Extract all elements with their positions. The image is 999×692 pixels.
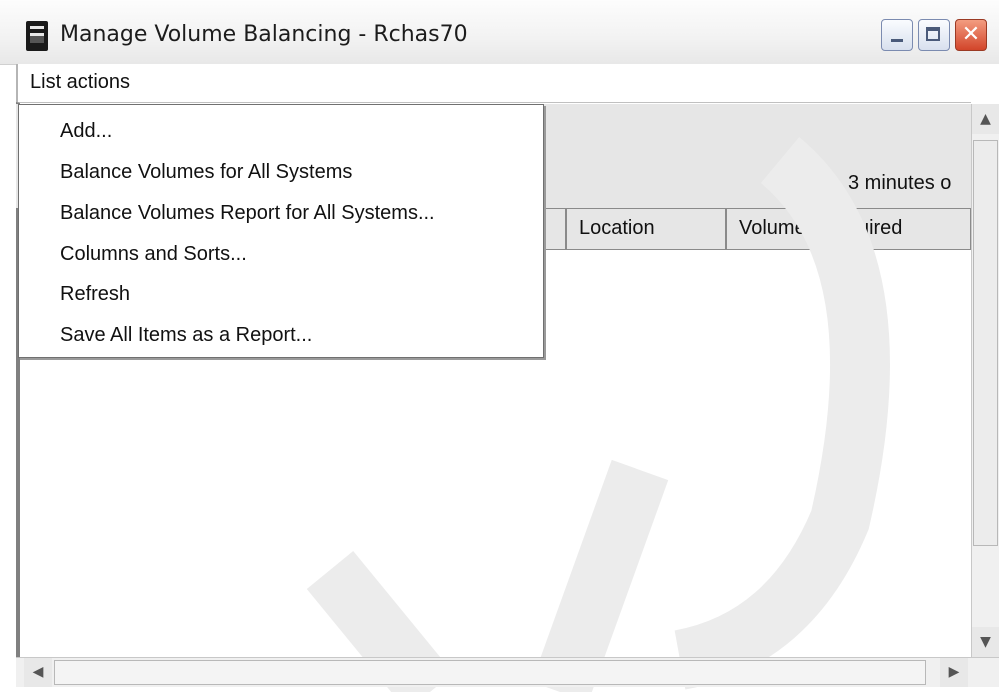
close-icon: ✕ (961, 22, 981, 47)
arrow-up-icon[interactable]: ▲ (972, 104, 999, 134)
server-icon (26, 21, 48, 51)
arrow-right-icon[interactable]: ▶ (940, 658, 968, 687)
close-button[interactable]: ✕ (955, 19, 987, 51)
list-actions-dropdown: Add... Balance Volumes for All Systems B… (18, 104, 544, 358)
arrow-down-icon[interactable]: ▼ (972, 627, 999, 657)
column-header-location[interactable]: Location (566, 208, 726, 250)
menu-item-add[interactable]: Add... (60, 111, 540, 151)
maximize-button[interactable] (918, 19, 950, 51)
horizontal-scroll-thumb[interactable] (54, 660, 926, 685)
manage-volume-balancing-window: Manage Volume Balancing - Rchas70 ✕ List… (0, 0, 999, 692)
vertical-scroll-thumb[interactable] (973, 140, 998, 546)
menu-item-columns-and-sorts[interactable]: Columns and Sorts... (60, 234, 540, 274)
menu-bar: List actions (16, 64, 999, 102)
menu-item-refresh[interactable]: Refresh (60, 274, 540, 314)
arrow-left-icon[interactable]: ◀ (24, 658, 52, 687)
list-actions-menu[interactable]: List actions (30, 71, 130, 94)
menu-item-save-report[interactable]: Save All Items as a Report... (60, 315, 540, 355)
column-header-volumes-required[interactable]: Volumes Required (726, 208, 971, 250)
window-title: Manage Volume Balancing - Rchas70 (60, 22, 468, 47)
horizontal-scrollbar[interactable]: ◀ ▶ (16, 657, 999, 687)
menu-item-balance-volumes-report[interactable]: Balance Volumes Report for All Systems..… (60, 193, 540, 233)
title-bar[interactable]: Manage Volume Balancing - Rchas70 ✕ (0, 0, 999, 65)
menu-item-balance-volumes[interactable]: Balance Volumes for All Systems (60, 152, 540, 192)
refresh-status-text: 3 minutes o (848, 172, 952, 194)
minimize-button[interactable] (881, 19, 913, 51)
vertical-scrollbar[interactable]: ▲ ▼ (971, 104, 999, 657)
